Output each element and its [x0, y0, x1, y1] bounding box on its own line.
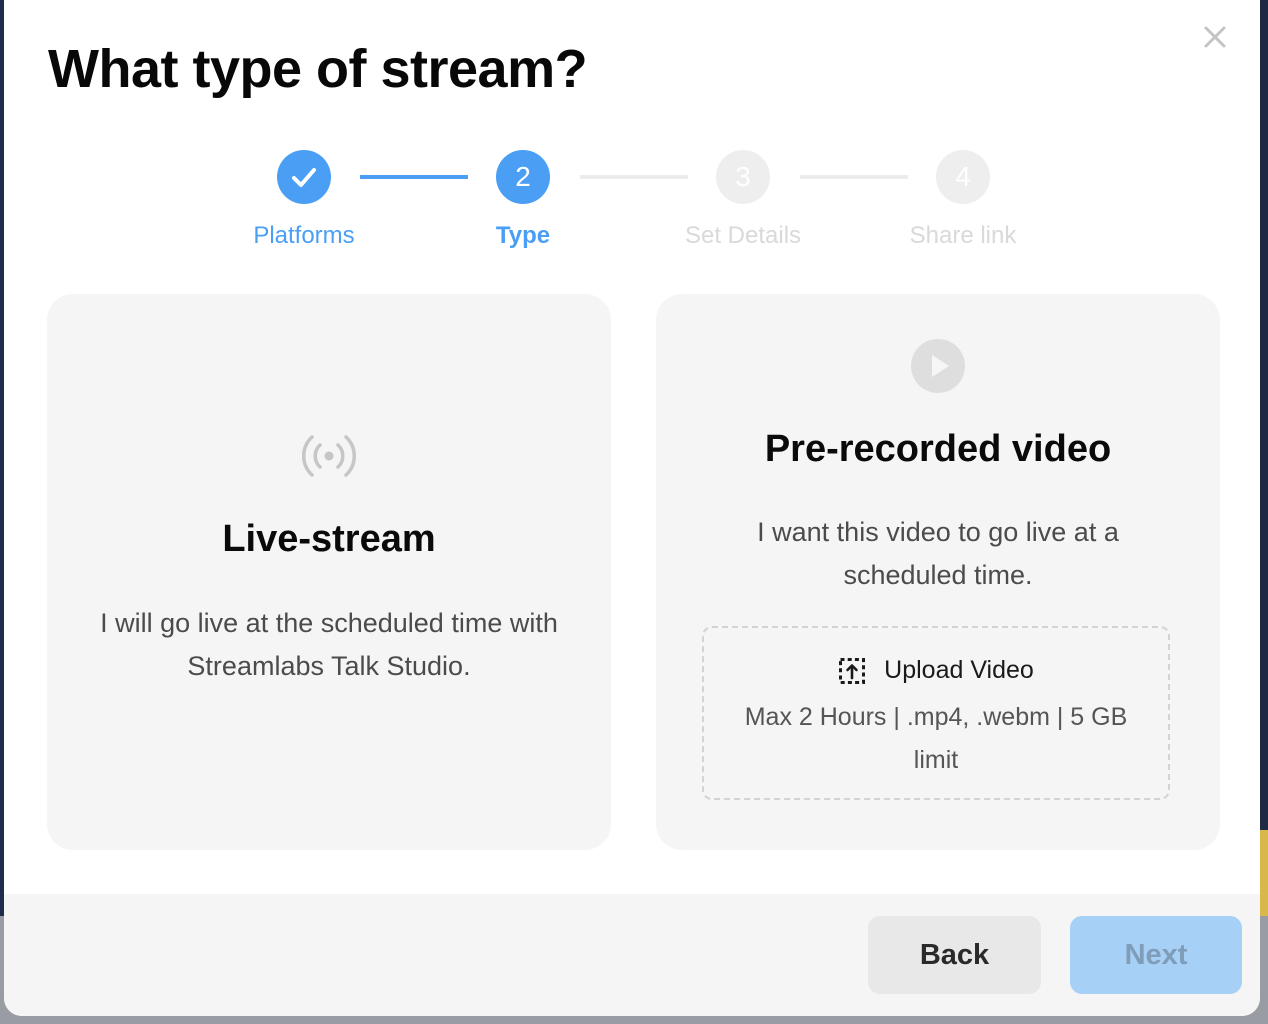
step-type-indicator: 2 — [496, 150, 550, 204]
step-connector-3 — [800, 175, 908, 179]
upload-video-dropzone[interactable]: Upload Video Max 2 Hours | .mp4, .webm |… — [702, 626, 1170, 800]
step-label-share-link: Share link — [909, 222, 1017, 249]
pre-recorded-title: Pre-recorded video — [764, 428, 1112, 470]
pre-recorded-description: I want this video to go live at a schedu… — [757, 517, 1119, 590]
close-icon — [1204, 26, 1226, 48]
next-button[interactable]: Next — [1070, 916, 1242, 994]
upload-video-header: Upload Video — [704, 656, 1168, 685]
upload-limits-text: Max 2 Hours | .mp4, .webm | 5 GB limit — [744, 703, 1128, 774]
close-button[interactable] — [1200, 22, 1230, 52]
stream-type-modal: What type of stream? 2 3 4 Platforms Typ… — [4, 0, 1260, 1016]
step-label-set-details: Set Details — [684, 222, 802, 249]
modal-title: What type of stream? — [48, 39, 588, 99]
back-button[interactable]: Back — [868, 916, 1041, 994]
live-stream-title: Live-stream — [222, 518, 436, 560]
checkmark-icon — [292, 168, 316, 187]
upload-icon — [839, 657, 866, 684]
step-connector-1 — [360, 175, 468, 179]
modal-footer: Back Next — [4, 894, 1260, 1016]
broadcast-icon — [301, 432, 357, 485]
play-circle-icon — [910, 338, 966, 399]
step-connector-2 — [580, 175, 688, 179]
pre-recorded-option-card[interactable]: Pre-recorded video I want this video to … — [656, 294, 1220, 850]
step-share-link-indicator: 4 — [936, 150, 990, 204]
live-stream-option-card[interactable]: Live-stream I will go live at the schedu… — [47, 294, 611, 850]
live-stream-description: I will go live at the scheduled time wit… — [100, 608, 558, 681]
step-set-details-indicator: 3 — [716, 150, 770, 204]
step-platforms-indicator — [277, 150, 331, 204]
step-label-platforms: Platforms — [253, 222, 355, 249]
step-label-type: Type — [495, 222, 551, 249]
upload-video-label: Upload Video — [884, 656, 1034, 684]
